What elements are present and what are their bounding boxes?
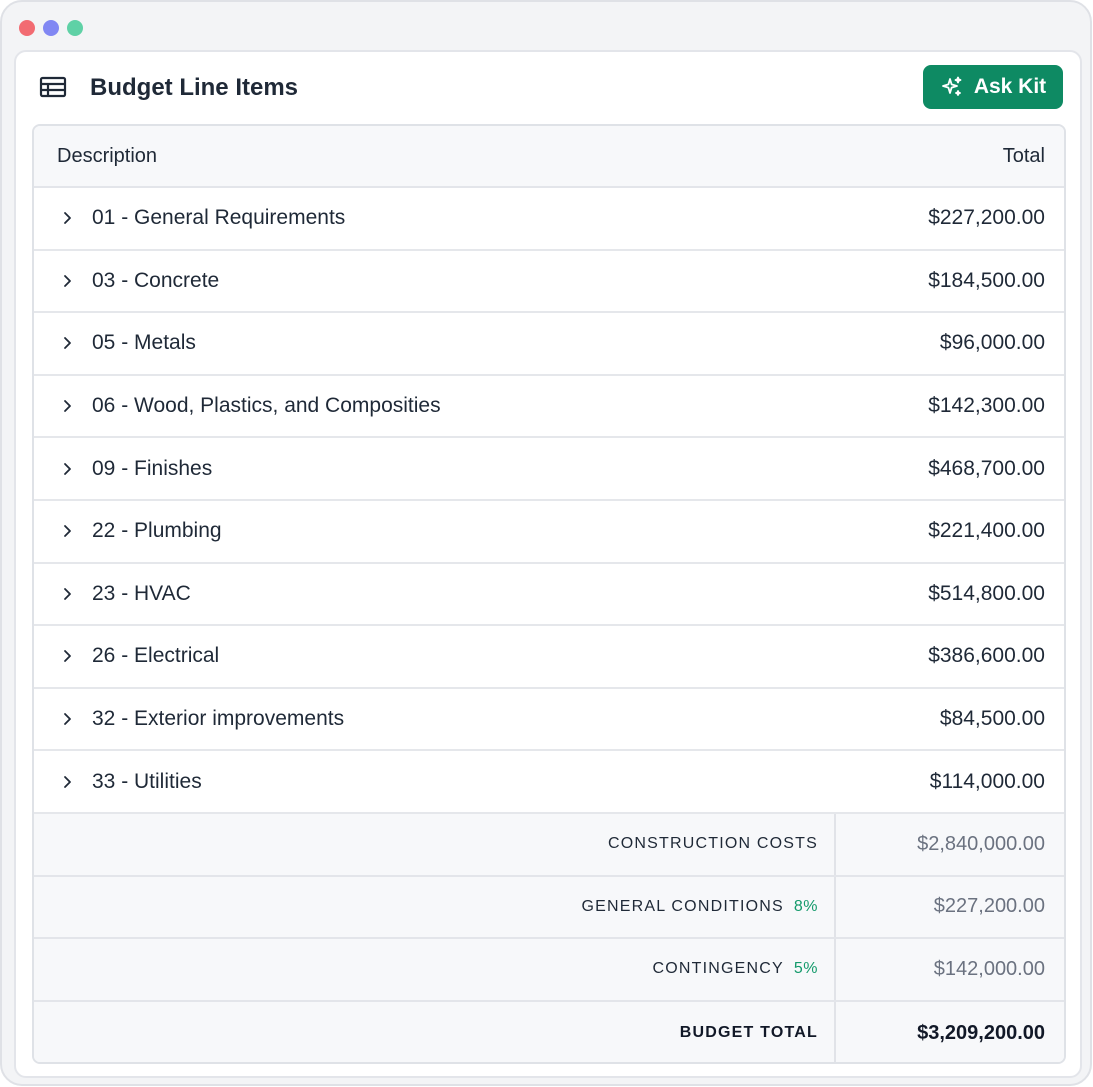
row-description: 01 - General Requirements bbox=[92, 206, 346, 230]
app-window: Budget Line Items Ask Kit Description To… bbox=[0, 0, 1092, 1086]
summary-label: CONSTRUCTION COSTS bbox=[607, 835, 818, 853]
chevron-right-icon[interactable] bbox=[58, 585, 76, 603]
minimize-window-button[interactable] bbox=[43, 20, 59, 36]
summary-row-construction-costs: CONSTRUCTION COSTS $2,840,000.00 bbox=[34, 813, 1064, 877]
table-header: Description Total bbox=[34, 126, 1064, 188]
row-description: 09 - Finishes bbox=[92, 456, 213, 480]
table-row[interactable]: 32 - Exterior improvements $84,500.00 bbox=[34, 689, 1064, 752]
close-window-button[interactable] bbox=[19, 20, 35, 36]
summary-row-contingency: CONTINGENCY 5% $142,000.00 bbox=[34, 939, 1064, 1002]
table-icon bbox=[39, 76, 67, 98]
row-total: $514,800.00 bbox=[928, 581, 1045, 605]
budget-table: Description Total 01 - General Requireme… bbox=[32, 124, 1066, 1064]
chevron-right-icon[interactable] bbox=[58, 460, 76, 478]
row-total: $227,200.00 bbox=[928, 206, 1045, 230]
row-description: 23 - HVAC bbox=[92, 581, 191, 605]
column-header-description: Description bbox=[57, 144, 158, 167]
row-description: 26 - Electrical bbox=[92, 644, 220, 668]
row-total: $468,700.00 bbox=[928, 456, 1045, 480]
row-total: $184,500.00 bbox=[928, 268, 1045, 292]
table-row[interactable]: 05 - Metals $96,000.00 bbox=[34, 313, 1064, 376]
column-header-total: Total bbox=[1002, 144, 1045, 167]
row-total: $96,000.00 bbox=[939, 331, 1045, 355]
row-description: 33 - Utilities bbox=[92, 769, 202, 793]
window-controls bbox=[19, 20, 83, 36]
sparkles-icon bbox=[941, 76, 962, 96]
summary-label: GENERAL CONDITIONS bbox=[581, 897, 784, 915]
summary-row-general-conditions: GENERAL CONDITIONS 8% $227,200.00 bbox=[34, 876, 1064, 940]
row-description: 32 - Exterior improvements bbox=[92, 707, 345, 731]
table-row[interactable]: 09 - Finishes $468,700.00 bbox=[34, 438, 1064, 501]
row-description: 05 - Metals bbox=[92, 331, 196, 355]
summary-value: $3,209,200.00 bbox=[917, 1021, 1045, 1044]
table-row[interactable]: 03 - Concrete $184,500.00 bbox=[34, 251, 1064, 314]
table-row[interactable]: 26 - Electrical $386,600.00 bbox=[34, 626, 1064, 689]
summary-percent: 5% bbox=[793, 960, 818, 978]
summary-value: $142,000.00 bbox=[933, 957, 1045, 980]
maximize-window-button[interactable] bbox=[67, 20, 83, 36]
chevron-right-icon[interactable] bbox=[58, 397, 76, 415]
table-row[interactable]: 33 - Utilities $114,000.00 bbox=[34, 751, 1064, 814]
row-total: $221,400.00 bbox=[928, 519, 1045, 543]
chevron-right-icon[interactable] bbox=[58, 647, 76, 665]
row-total: $84,500.00 bbox=[939, 707, 1045, 731]
chevron-right-icon[interactable] bbox=[58, 209, 76, 227]
summary-value: $2,840,000.00 bbox=[917, 832, 1045, 855]
row-description: 03 - Concrete bbox=[92, 268, 220, 292]
table-row[interactable]: 01 - General Requirements $227,200.00 bbox=[34, 188, 1064, 251]
table-row[interactable]: 22 - Plumbing $221,400.00 bbox=[34, 501, 1064, 564]
row-description: 22 - Plumbing bbox=[92, 519, 222, 543]
page-title: Budget Line Items bbox=[90, 74, 299, 101]
chevron-right-icon[interactable] bbox=[58, 773, 76, 791]
row-total: $386,600.00 bbox=[928, 644, 1045, 668]
table-row[interactable]: 23 - HVAC $514,800.00 bbox=[34, 564, 1064, 627]
row-total: $142,300.00 bbox=[928, 394, 1045, 418]
chevron-right-icon[interactable] bbox=[58, 272, 76, 290]
summary-percent: 8% bbox=[793, 897, 818, 915]
chevron-right-icon[interactable] bbox=[58, 334, 76, 352]
ask-kit-button[interactable]: Ask Kit bbox=[923, 65, 1063, 109]
row-total: $114,000.00 bbox=[929, 769, 1045, 793]
summary-value: $227,200.00 bbox=[933, 895, 1045, 918]
summary-row-budget-total: BUDGET TOTAL $3,209,200.00 bbox=[34, 1001, 1064, 1062]
panel-header: Budget Line Items Ask Kit bbox=[16, 52, 1080, 124]
chevron-right-icon[interactable] bbox=[58, 522, 76, 540]
summary-label: BUDGET TOTAL bbox=[679, 1024, 818, 1042]
budget-panel: Budget Line Items Ask Kit Description To… bbox=[14, 50, 1082, 1078]
chevron-right-icon[interactable] bbox=[58, 710, 76, 728]
summary-label: CONTINGENCY bbox=[652, 960, 784, 978]
table-row[interactable]: 06 - Wood, Plastics, and Composities $14… bbox=[34, 376, 1064, 439]
row-description: 06 - Wood, Plastics, and Composities bbox=[92, 394, 441, 418]
ask-kit-label: Ask Kit bbox=[973, 75, 1047, 98]
